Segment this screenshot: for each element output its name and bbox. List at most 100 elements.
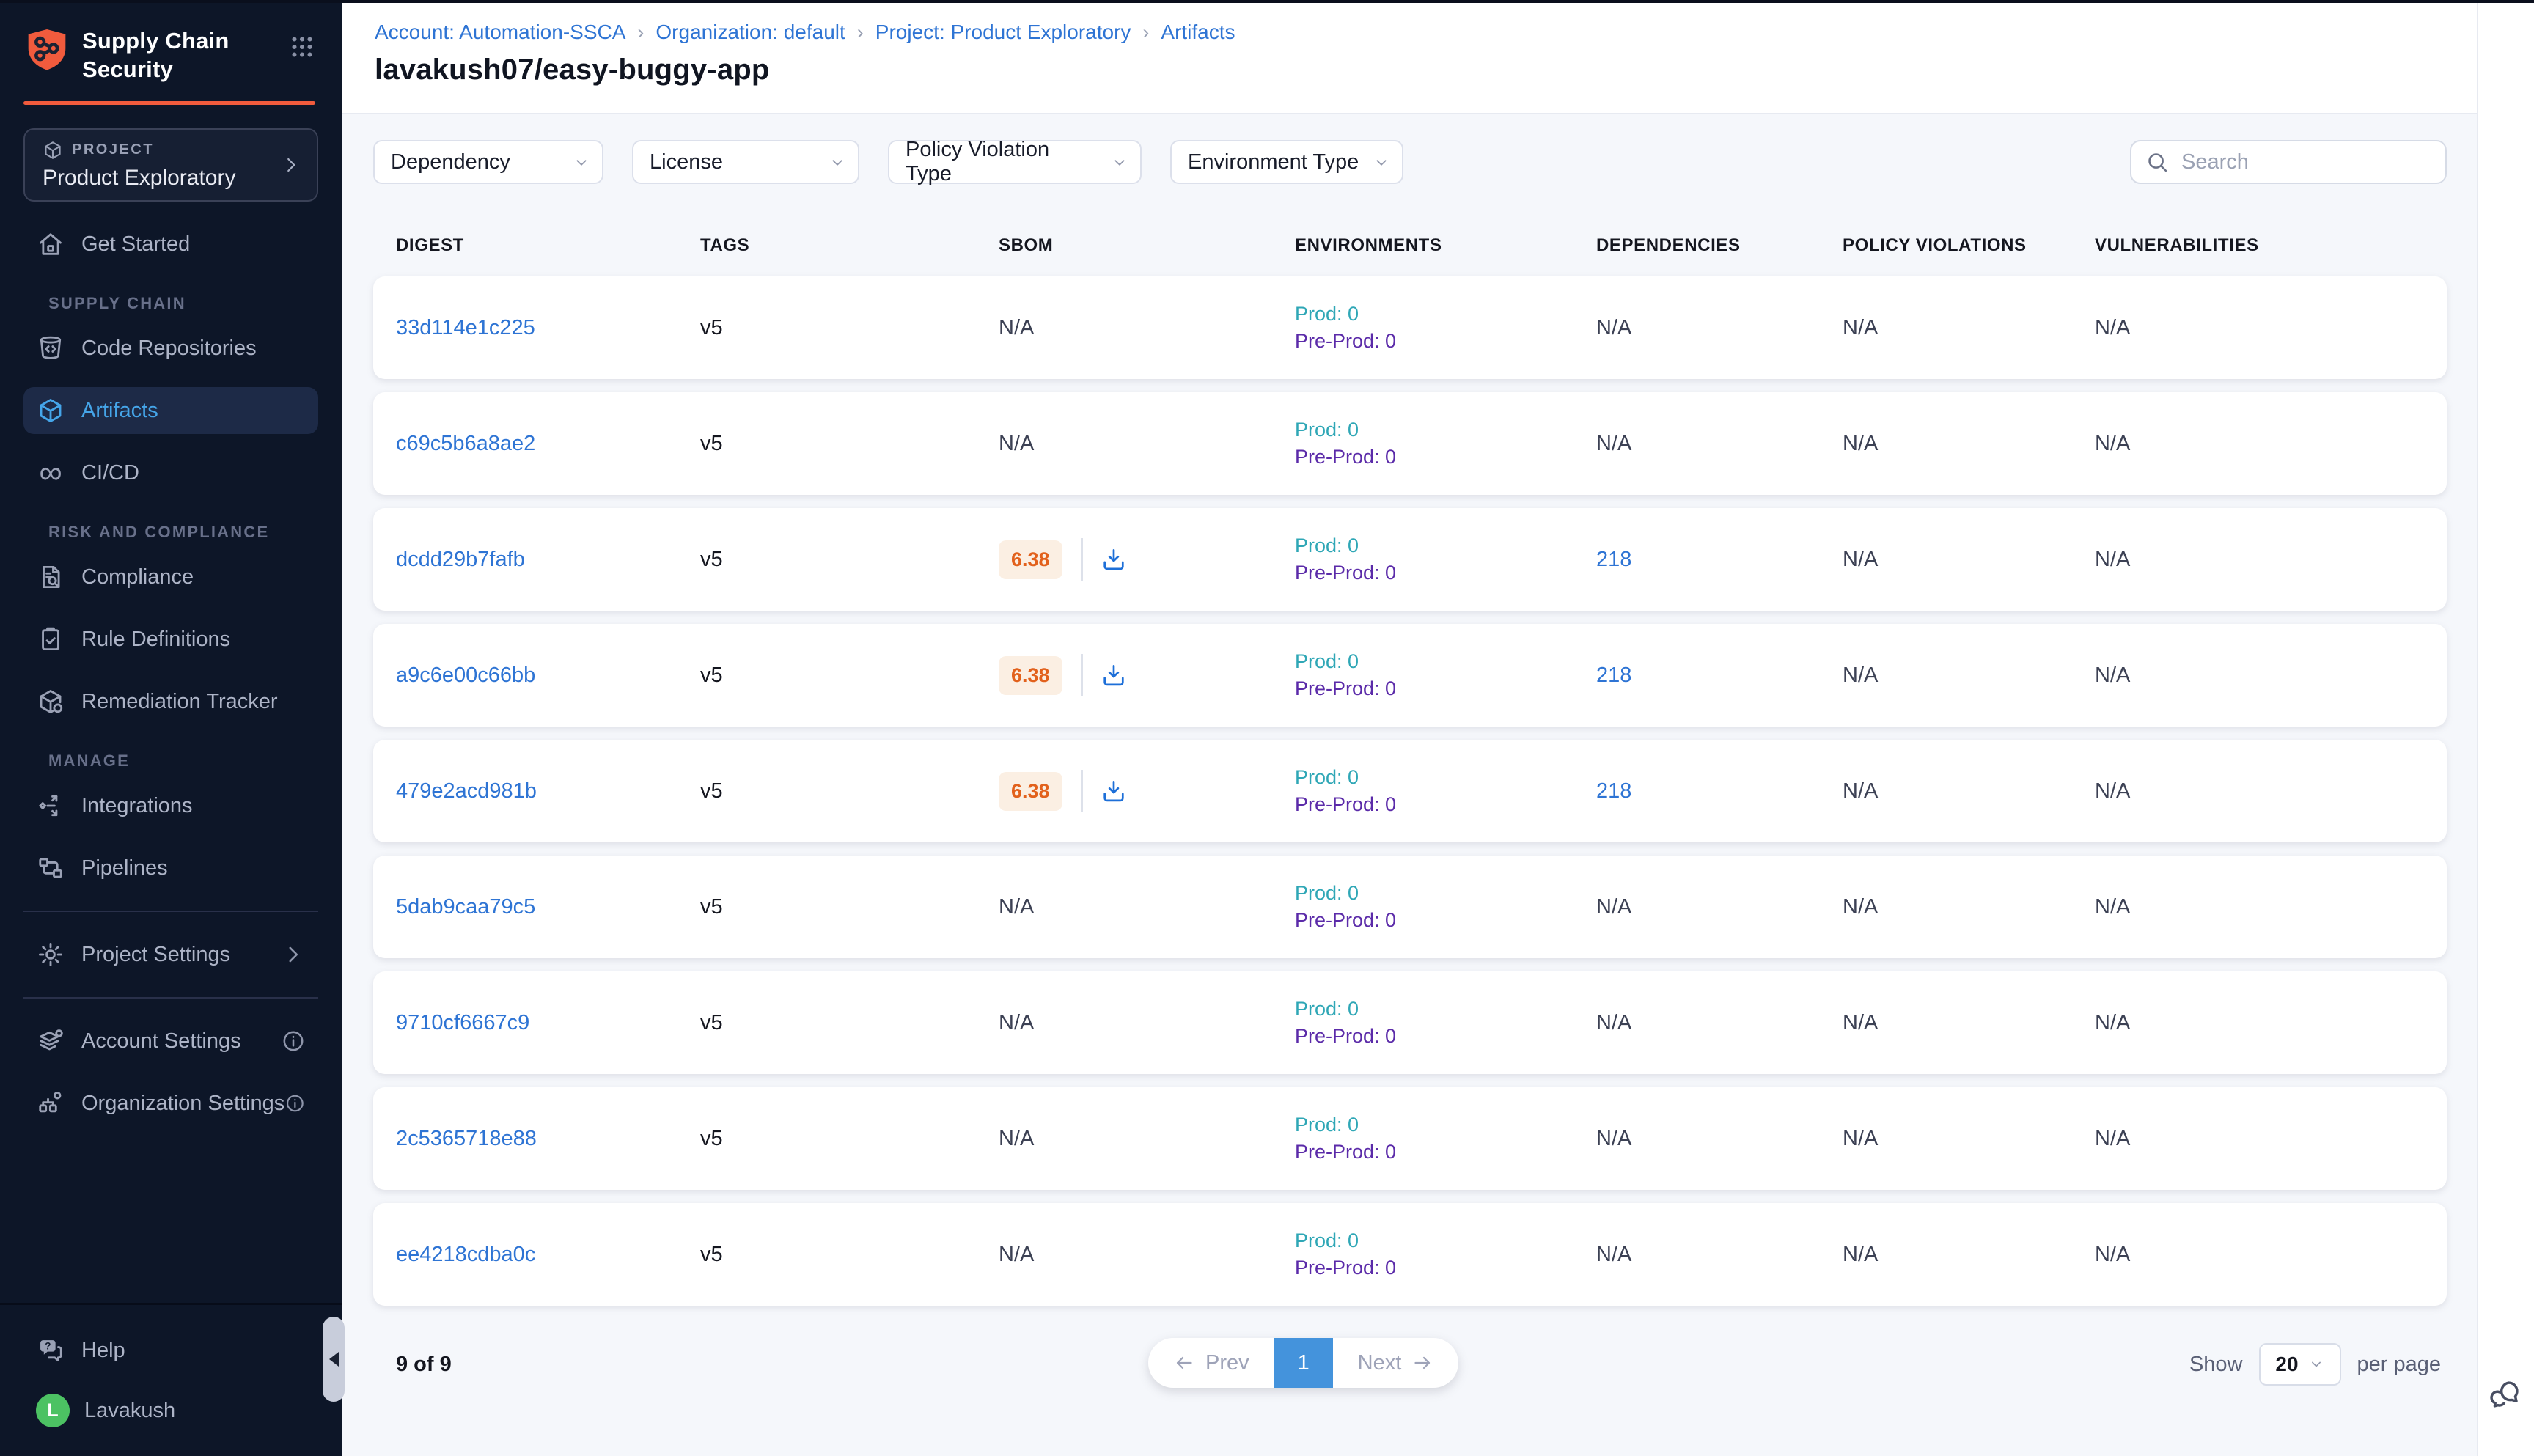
sbom-cell: N/A [999,895,1295,919]
sidebar-item-project-settings[interactable]: Project Settings [23,931,318,978]
sbom-cell: N/A [999,1243,1295,1267]
sbom-download-button[interactable] [1101,546,1127,573]
sidebar-bottom: ? Help L Lavakush [0,1303,342,1456]
filter-environment-type[interactable]: Environment Type [1170,140,1403,184]
digest-link[interactable]: ee4218cdba0c [396,1243,535,1266]
dependencies-cell: N/A [1596,316,1843,340]
org-gear-icon [36,1089,65,1118]
tag-cell: v5 [700,432,999,456]
env-preprod: Pre-Prod: 0 [1295,1139,1596,1166]
sidebar-item-pipelines[interactable]: Pipelines [23,845,318,891]
table-rows: 33d114e1c225 v5 N/A Prod: 0 Pre-Prod: 0 … [373,276,2447,1306]
dependencies-link[interactable]: 218 [1596,663,1843,688]
breadcrumb-link[interactable]: Account: Automation-SSCA [375,21,625,44]
policy-violations-cell: N/A [1843,1243,2095,1267]
show-label: Show [2189,1353,2243,1377]
digest-link[interactable]: 33d114e1c225 [396,316,535,339]
digest-link[interactable]: 5dab9caa79c5 [396,895,535,919]
env-preprod: Pre-Prod: 0 [1295,328,1596,355]
tag-cell: v5 [700,1127,999,1151]
digest-link[interactable]: a9c6e00c66bb [396,663,535,687]
nav-section-label: RISK AND COMPLIANCE [48,523,318,542]
tag-cell: v5 [700,779,999,804]
env-prod: Prod: 0 [1295,648,1596,675]
tag-cell: v5 [700,316,999,340]
sidebar-item-integrations[interactable]: Integrations [23,782,318,829]
integrations-nodes-icon [36,791,65,820]
sbom-score-badge: 6.38 [999,656,1062,695]
info-icon[interactable] [281,1029,306,1054]
digest-link[interactable]: dcdd29b7fafb [396,548,525,571]
sidebar-item-help[interactable]: ? Help [23,1327,318,1374]
cube-wrench-icon [36,687,65,716]
sbom-cell: 6.38 [999,538,1295,581]
module-switcher-grid-icon[interactable] [289,34,315,60]
sbom-na: N/A [999,1243,1034,1267]
project-cube-icon [43,140,63,161]
breadcrumb-link[interactable]: Organization: default [655,21,845,44]
policy-violations-cell: N/A [1843,895,2095,919]
sidebar-item-account-settings[interactable]: Account Settings [23,1018,318,1065]
sidebar-item-organization-settings[interactable]: Organization Settings [23,1080,318,1127]
sbom-cell: N/A [999,316,1295,340]
tag-cell: v5 [700,1243,999,1267]
environments-cell: Prod: 0 Pre-Prod: 0 [1295,1111,1596,1166]
dependencies-link[interactable]: 218 [1596,779,1843,804]
page-title: lavakush07/easy-buggy-app [375,54,2442,87]
env-prod: Prod: 0 [1295,880,1596,907]
chat-bubbles-icon[interactable] [2489,1377,2523,1411]
sidebar-collapse-handle[interactable] [323,1317,345,1402]
sbom-na: N/A [999,1011,1034,1035]
table-row: 479e2acd981b v5 6.38 Prod: 0 Pre-Prod: 0… [373,740,2447,842]
breadcrumb-separator-icon: › [1142,21,1149,44]
user-menu[interactable]: L Lavakush [23,1387,318,1434]
sidebar-item-ci-cd[interactable]: ∞ CI/CD [23,449,318,496]
sbom-download-button[interactable] [1101,662,1127,688]
breadcrumb-link[interactable]: Artifacts [1161,21,1235,44]
breadcrumb-link[interactable]: Project: Product Exploratory [875,21,1131,44]
sidebar-item-compliance[interactable]: Compliance [23,554,318,600]
column-header-tags: TAGS [700,235,999,256]
sidebar-item-rule-definitions[interactable]: Rule Definitions [23,616,318,663]
sbom-download-button[interactable] [1101,778,1127,804]
vulnerabilities-cell: N/A [2095,1243,2447,1267]
env-prod: Prod: 0 [1295,301,1596,328]
page-size-select[interactable]: 20 [2259,1343,2341,1386]
toolbar: Dependency License Policy Violation Type… [373,140,2447,184]
next-page-button[interactable]: Next [1333,1338,1459,1388]
environments-cell: Prod: 0 Pre-Prod: 0 [1295,416,1596,471]
digest-link[interactable]: 2c5365718e88 [396,1127,537,1150]
search-input[interactable] [2180,150,2432,175]
info-icon[interactable] [284,1091,306,1116]
env-preprod: Pre-Prod: 0 [1295,675,1596,702]
digest-link[interactable]: c69c5b6a8ae2 [396,432,535,455]
sbom-na: N/A [999,316,1034,340]
prev-page-button[interactable]: Prev [1148,1338,1274,1388]
filter-dependency[interactable]: Dependency [373,140,603,184]
sidebar-item-remediation-tracker[interactable]: Remediation Tracker [23,678,318,725]
column-header-digest: DIGEST [396,235,700,256]
env-preprod: Pre-Prod: 0 [1295,907,1596,934]
sidebar-item-code-repositories[interactable]: Code Repositories [23,325,318,372]
sidebar-item-get-started[interactable]: Get Started [23,221,318,268]
dependencies-cell: N/A [1596,432,1843,456]
table-row: 5dab9caa79c5 v5 N/A Prod: 0 Pre-Prod: 0 … [373,856,2447,958]
project-selector[interactable]: PROJECT Product Exploratory [23,128,318,202]
table-header-row: DIGESTTAGSSBOMENVIRONMENTSDEPENDENCIESPO… [373,235,2447,256]
sidebar-item-artifacts[interactable]: Artifacts [23,387,318,434]
page-number-button[interactable]: 1 [1274,1338,1333,1388]
filter-license[interactable]: License [632,140,859,184]
app-root: Supply Chain Security PROJECT Product Ex… [0,0,2534,1456]
column-header-dependencies: DEPENDENCIES [1596,235,1843,256]
arrow-right-icon [1411,1352,1433,1374]
content: Dependency License Policy Violation Type… [342,114,2477,1456]
chevron-right-icon [280,154,302,176]
digest-link[interactable]: 9710cf6667c9 [396,1011,529,1034]
dependencies-link[interactable]: 218 [1596,548,1843,572]
filter-policy-violation-type[interactable]: Policy Violation Type [888,140,1142,184]
sbom-score-badge: 6.38 [999,540,1062,579]
logo-row: Supply Chain Security [0,0,342,84]
tag-cell: v5 [700,663,999,688]
sbom-score-badge: 6.38 [999,772,1062,811]
digest-link[interactable]: 479e2acd981b [396,779,537,803]
